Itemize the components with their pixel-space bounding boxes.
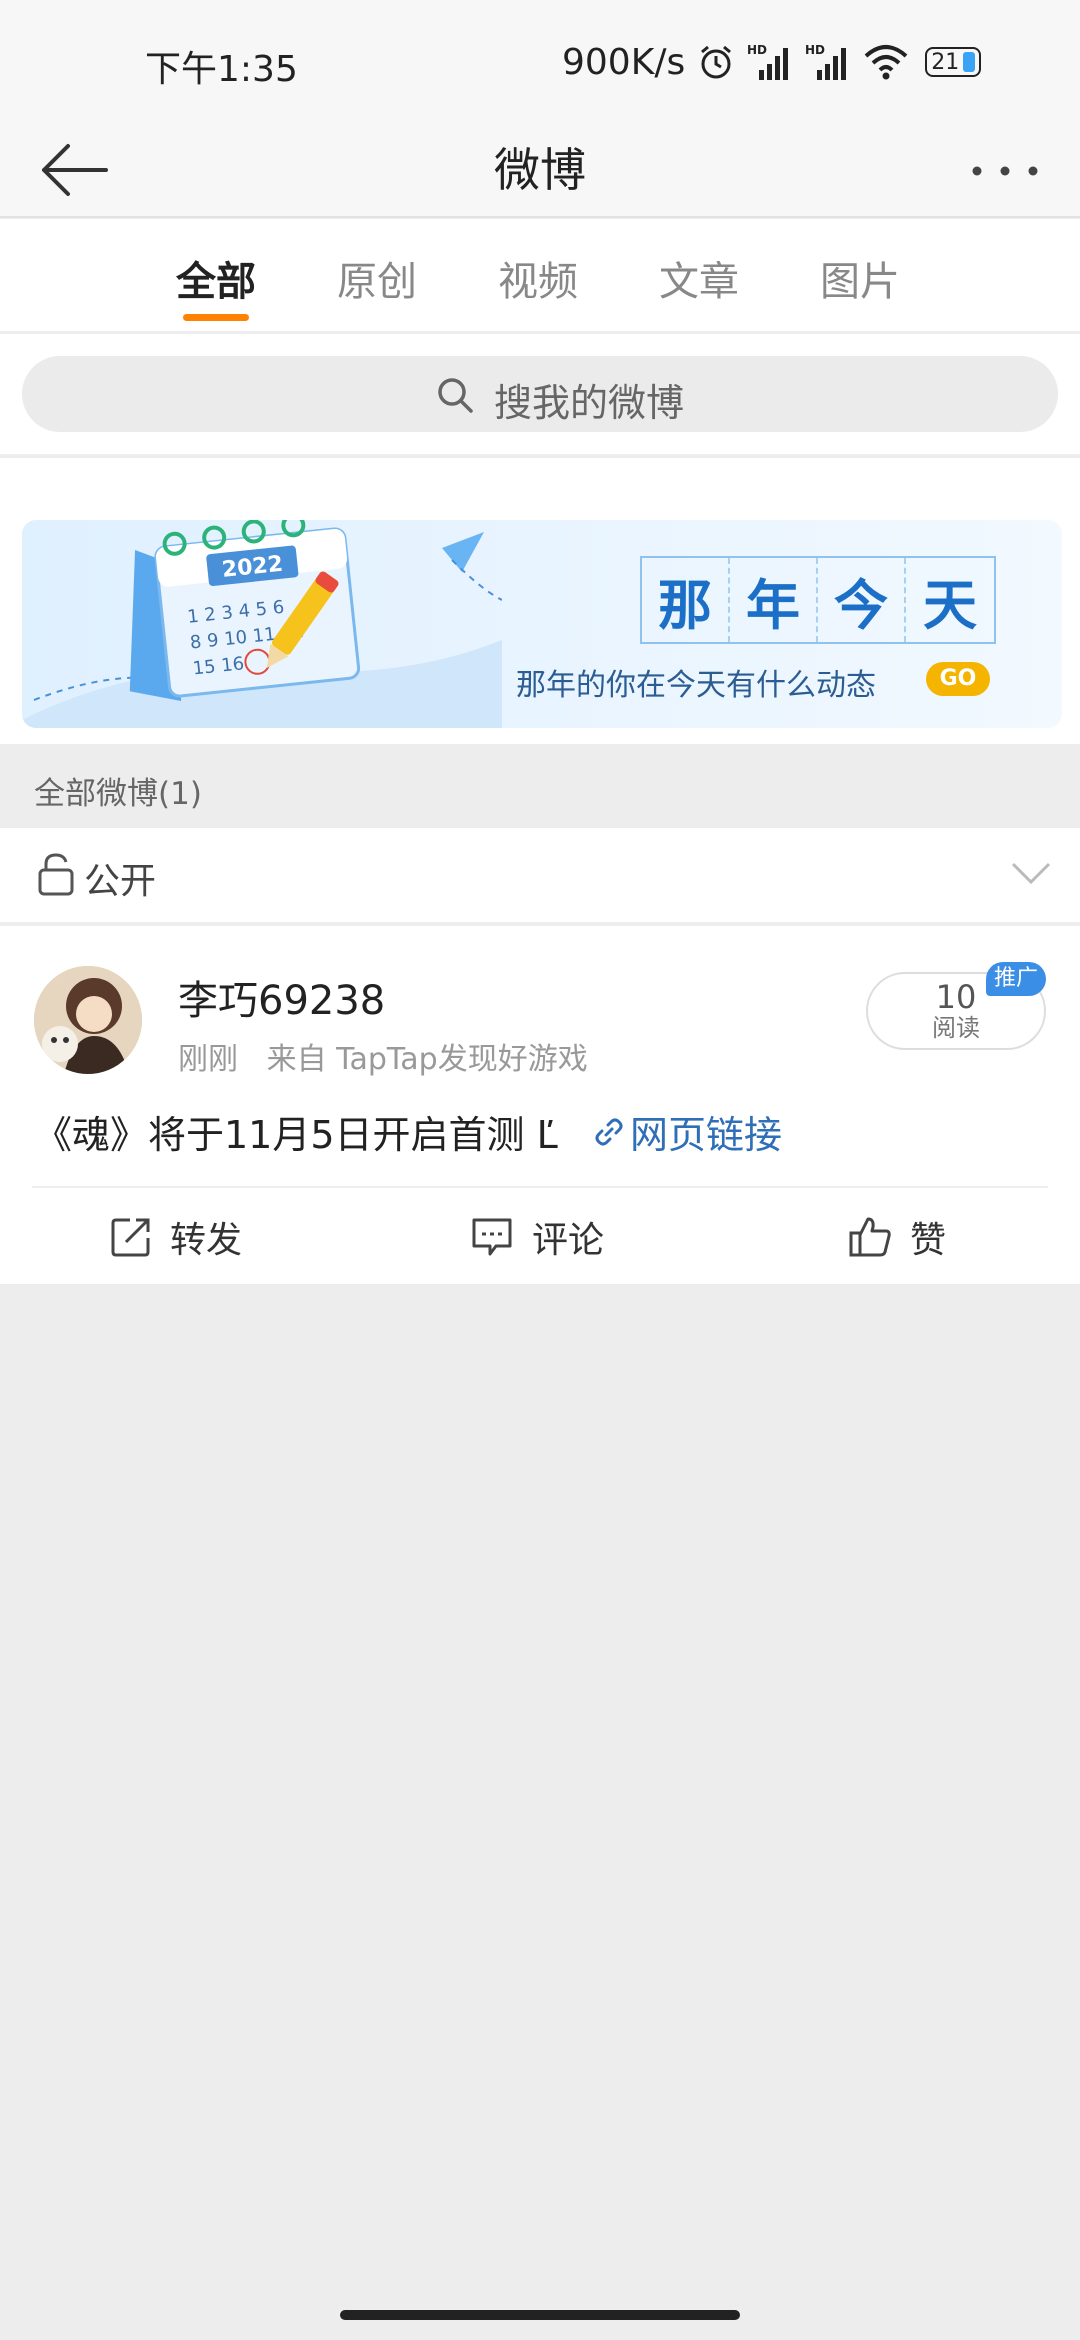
- tab-picture[interactable]: 图片: [800, 249, 920, 307]
- repost-label: 转发: [170, 1220, 243, 1261]
- battery-level: 21: [931, 49, 960, 75]
- go-button[interactable]: GO: [926, 662, 990, 696]
- banner-area: 2022 1 2 3 4 5 6 8 9 10 11 12 15 16 那 年 …: [0, 458, 1080, 744]
- web-link-label: 网页链接: [630, 1113, 783, 1157]
- more-button[interactable]: [960, 146, 1050, 196]
- more-dots-icon: [972, 166, 1038, 176]
- nav-bar: 微博: [0, 120, 1080, 218]
- alarm-icon: [701, 45, 732, 79]
- comment-icon: [472, 1218, 512, 1256]
- home-indicator[interactable]: [340, 2310, 740, 2320]
- banner-subtitle: 那年的你在今天有什么动态: [516, 668, 876, 703]
- hd-signal-icon: HD: [747, 43, 789, 80]
- search-input[interactable]: 搜我的微博: [22, 356, 1058, 432]
- link-icon: [595, 1118, 623, 1145]
- status-icons: 900K/s HD HD 21: [562, 40, 982, 84]
- comment-label: 评论: [532, 1220, 605, 1261]
- svg-text:HD: HD: [805, 43, 825, 57]
- avatar-image: [34, 966, 142, 1074]
- page-title: 微博: [494, 143, 586, 197]
- tab-original[interactable]: 原创: [317, 249, 437, 307]
- repost-icon: [111, 1218, 150, 1257]
- post-divider: [32, 1186, 1048, 1188]
- tab-article[interactable]: 文章: [639, 249, 759, 307]
- comment-button[interactable]: 评论: [470, 1202, 604, 1272]
- hd-signal-icon: HD: [805, 43, 847, 80]
- banner-title-char: 天: [923, 572, 977, 637]
- repost-button[interactable]: 转发: [110, 1202, 242, 1272]
- status-bar: 下午1:35 900K/s HD HD 21: [0, 0, 1080, 120]
- post-card[interactable]: 李巧69238 刚刚 来自 TapTap发现好游戏 10 阅读 推广 《魂》将于…: [0, 926, 1080, 1284]
- calendar-illustration: 2022 1 2 3 4 5 6 8 9 10 11 12 15 16: [22, 520, 502, 728]
- post-source[interactable]: 来自 TapTap发现好游戏: [267, 1042, 588, 1077]
- like-label: 赞: [910, 1220, 947, 1261]
- promo-badge[interactable]: 推广: [986, 962, 1046, 996]
- wifi-icon: [864, 45, 908, 80]
- banner-title-char: 年: [730, 558, 818, 642]
- banner-title-char: 今: [818, 558, 906, 642]
- banner-title: 那 年 今 天: [640, 556, 996, 644]
- search-placeholder: 搜我的微博: [494, 381, 685, 425]
- tab-video[interactable]: 视频: [478, 249, 598, 307]
- unlock-icon: [38, 853, 74, 896]
- filter-label: 公开: [84, 861, 157, 902]
- svg-text:HD: HD: [747, 43, 767, 57]
- post-meta: 刚刚 来自 TapTap发现好游戏: [178, 1034, 588, 1078]
- like-button[interactable]: 赞: [848, 1202, 946, 1272]
- search-area: 搜我的微博: [0, 334, 1080, 456]
- post-content: 《魂》将于11月5日开启首测 Ľ: [34, 1113, 558, 1157]
- banner-title-char: 那: [642, 558, 730, 642]
- network-speed: 900K/s: [562, 41, 686, 83]
- tab-active-indicator: [183, 314, 249, 321]
- search-icon: [438, 378, 473, 413]
- status-time: 下午1:35: [145, 49, 298, 90]
- tab-all[interactable]: 全部: [156, 249, 276, 307]
- section-title: 全部微博(1): [34, 776, 202, 812]
- web-link[interactable]: 网页链接: [594, 1104, 782, 1159]
- read-label: 阅读: [932, 1014, 980, 1042]
- section-header: 全部微博(1): [0, 746, 1080, 826]
- post-username[interactable]: 李巧69238: [178, 968, 385, 1026]
- on-this-day-banner[interactable]: 2022 1 2 3 4 5 6 8 9 10 11 12 15 16 那 年 …: [22, 520, 1062, 728]
- chevron-down-icon: [1011, 862, 1051, 885]
- thumbs-up-icon: [849, 1217, 891, 1257]
- battery-icon: 21: [925, 47, 982, 77]
- tab-bar: 全部 原创 视频 文章 图片: [0, 219, 1080, 333]
- avatar[interactable]: [34, 966, 142, 1074]
- post-time: 刚刚: [178, 1042, 238, 1077]
- visibility-filter[interactable]: 公开: [0, 828, 1080, 924]
- battery-fill: [963, 52, 976, 72]
